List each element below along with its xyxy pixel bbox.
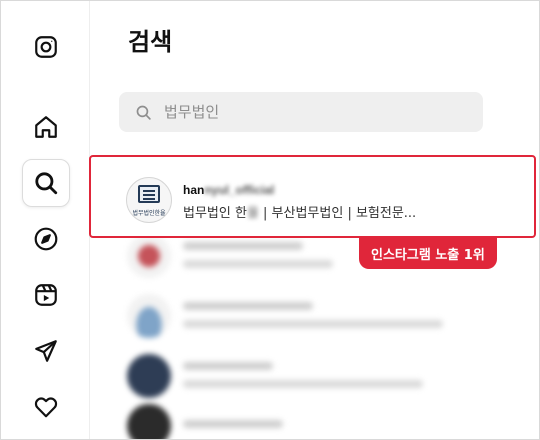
home-icon[interactable] [22, 103, 70, 151]
result-description: 법무법인 한율 | 부산법무법인 | 보험전문... [183, 202, 416, 221]
avatar: 법무법인한율 [126, 177, 172, 223]
search-panel: 검색 법무법인한율 hannyul_official [89, 0, 540, 440]
search-icon[interactable] [22, 159, 70, 207]
exposure-rank-badge: 인스타그램 노출 1위 [359, 237, 497, 269]
avatar-logo-text: 법무법인한율 [132, 210, 166, 217]
result-description-prefix: 법무법인 한 [183, 206, 247, 221]
explore-compass-icon[interactable] [22, 215, 70, 263]
search-field-icon [136, 105, 151, 120]
result-description-suffix: | 부산법무법인 | 보험전문... [258, 206, 417, 221]
search-result-highlighted[interactable]: 법무법인한율 hannyul_official 법무법인 한율 | 부산법무법인… [89, 155, 536, 238]
result-username: hannyul_official [183, 183, 274, 197]
search-input[interactable] [164, 103, 464, 121]
blurred-result-row [121, 400, 521, 440]
law-firm-logo-icon [138, 185, 160, 203]
result-username-visible: han [183, 183, 205, 197]
sidebar [0, 0, 90, 440]
result-description-blurred: 율 [246, 206, 259, 221]
reels-icon[interactable] [22, 271, 70, 319]
instagram-logo-icon[interactable] [22, 23, 70, 71]
notifications-heart-icon[interactable] [22, 383, 70, 431]
page-title: 검색 [128, 28, 173, 56]
blurred-result-row [121, 350, 521, 406]
messages-send-icon[interactable] [22, 327, 70, 375]
search-box[interactable] [119, 92, 483, 132]
result-username-blurred: nyul_official [204, 183, 275, 197]
blurred-result-row [121, 290, 521, 346]
